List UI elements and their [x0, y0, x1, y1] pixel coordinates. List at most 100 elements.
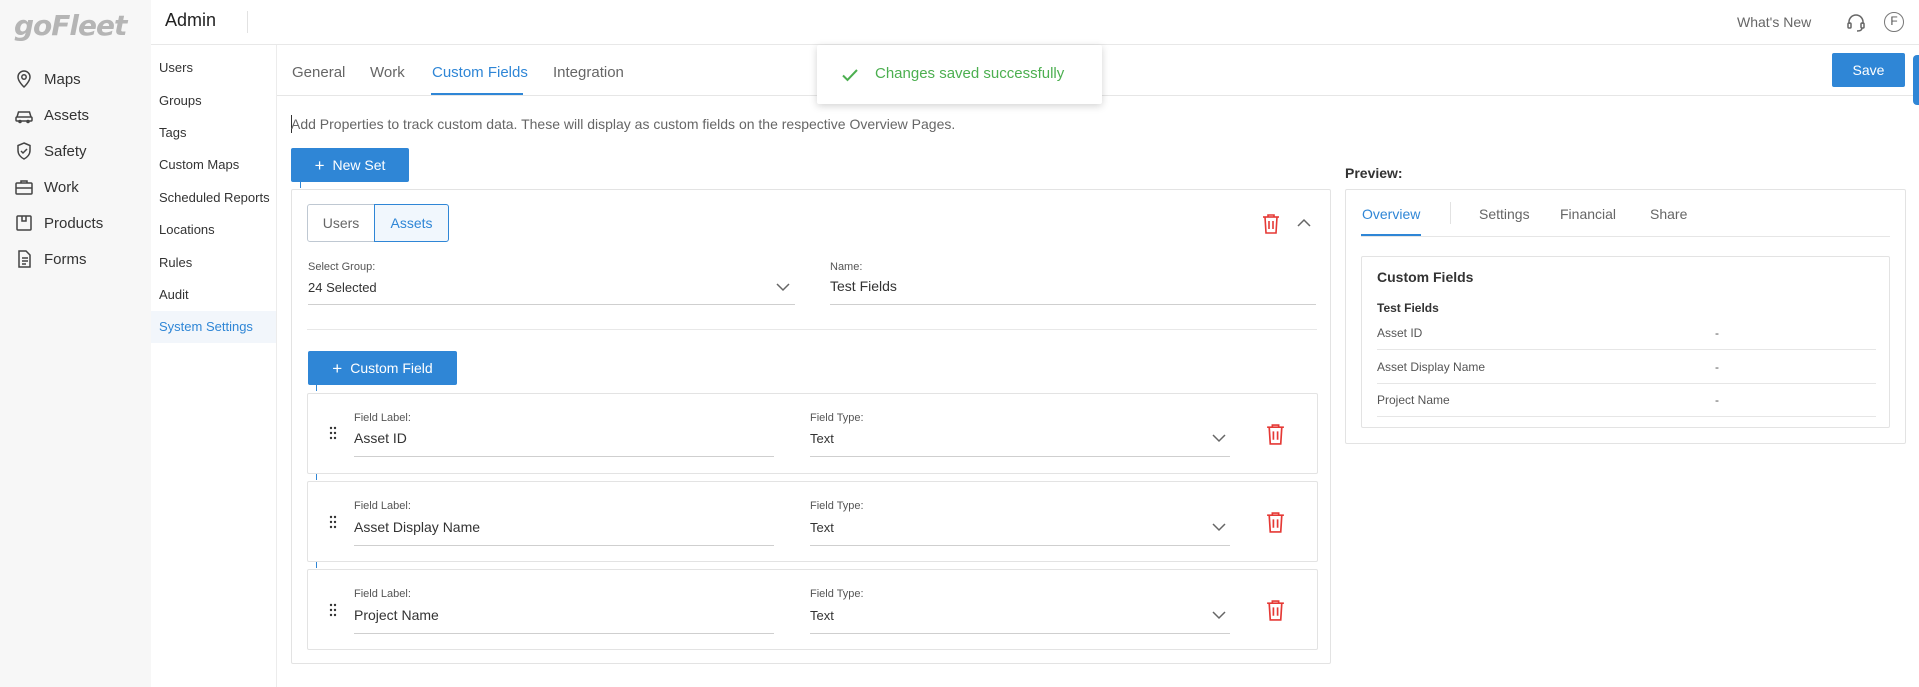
page-title: Admin — [165, 10, 217, 30]
tab-work[interactable]: Work — [370, 64, 405, 81]
briefcase-icon — [15, 180, 33, 195]
preview-active-tab-indicator — [1361, 234, 1421, 236]
trash-icon[interactable] — [1266, 599, 1285, 621]
field-label-input[interactable]: Asset Display Name — [354, 519, 480, 535]
preview-row-label: Asset ID — [1377, 326, 1423, 340]
preview-tab-financial[interactable]: Financial — [1560, 206, 1616, 222]
chevron-down-icon[interactable] — [1212, 523, 1226, 532]
preview-label: Preview: — [1345, 165, 1403, 181]
select-group-label: Select Group: — [308, 261, 376, 273]
drag-handle-icon[interactable] — [329, 515, 337, 529]
nav-item-safety[interactable]: Safety — [14, 139, 87, 163]
field-label-caption: Field Label: — [354, 500, 411, 512]
preview-tab-divider — [1450, 202, 1451, 224]
shield-check-icon — [17, 142, 31, 160]
submenu-item-audit[interactable]: Audit — [159, 287, 189, 302]
preview-tab-settings[interactable]: Settings — [1479, 206, 1530, 222]
preview-tabs-border — [1361, 236, 1890, 237]
field-type-select[interactable]: Text — [810, 431, 834, 446]
chevron-down-icon[interactable] — [776, 283, 790, 292]
save-button[interactable]: Save — [1832, 53, 1905, 87]
preview-tab-share[interactable]: Share — [1650, 206, 1687, 222]
field-label-caption: Field Label: — [354, 412, 411, 424]
row-tick — [316, 562, 317, 568]
new-set-button[interactable]: + New Set — [291, 148, 409, 182]
select-group-value[interactable]: 24 Selected — [308, 280, 377, 295]
nav-item-label: Products — [44, 214, 104, 232]
chevron-down-icon[interactable] — [1212, 611, 1226, 620]
submenu-item-tags[interactable]: Tags — [159, 125, 186, 140]
field-type-select[interactable]: Text — [810, 608, 834, 623]
submenu-item-groups[interactable]: Groups — [159, 93, 202, 108]
submenu-item-system-settings[interactable]: System Settings — [159, 319, 253, 334]
preview-row-label: Project Name — [1377, 393, 1450, 407]
field-type-caption: Field Type: — [810, 412, 864, 424]
field-type-underline — [810, 456, 1230, 457]
nav-item-label: Safety — [44, 142, 87, 160]
check-icon — [842, 69, 858, 82]
document-icon — [18, 250, 31, 268]
gofleet-logo[interactable]: goFleet — [14, 9, 127, 42]
new-set-label: New Set — [332, 157, 386, 173]
row-tick — [316, 474, 317, 480]
add-custom-field-button[interactable]: + Custom Field — [308, 351, 457, 385]
nav-item-maps[interactable]: Maps — [14, 67, 81, 91]
header-divider — [247, 11, 248, 33]
nav-item-forms[interactable]: Forms — [14, 247, 87, 271]
button-tick — [316, 385, 317, 391]
nav-item-products[interactable]: Products — [14, 211, 103, 235]
nav-item-work[interactable]: Work — [14, 175, 79, 199]
section-divider — [307, 329, 1317, 330]
field-label-input[interactable]: Asset ID — [354, 430, 407, 446]
tab-custom-fields[interactable]: Custom Fields — [432, 64, 528, 81]
submenu-item-rules[interactable]: Rules — [159, 255, 192, 270]
nav-item-label: Forms — [44, 250, 87, 268]
field-type-caption: Field Type: — [810, 500, 864, 512]
page-description: Add Properties to track custom data. The… — [291, 116, 956, 132]
box-icon — [16, 215, 32, 231]
trash-icon[interactable] — [1266, 423, 1285, 445]
name-label: Name: — [830, 261, 863, 273]
trash-icon[interactable] — [1266, 511, 1285, 533]
field-type-select[interactable]: Text — [810, 520, 834, 535]
chevron-up-icon[interactable] — [1297, 218, 1311, 227]
field-label-input[interactable]: Project Name — [354, 607, 439, 623]
submenu-item-custom-maps[interactable]: Custom Maps — [159, 157, 239, 172]
field-type-underline — [810, 633, 1230, 634]
whats-new-link[interactable]: What's New — [1737, 14, 1811, 30]
submenu-item-scheduled-reports[interactable]: Scheduled Reports — [159, 190, 270, 205]
preview-row-divider — [1377, 416, 1876, 417]
field-type-caption: Field Type: — [810, 588, 864, 600]
button-tick — [300, 182, 301, 188]
nav-item-label: Assets — [44, 106, 90, 124]
preview-row-value: - — [1715, 393, 1719, 407]
submenu-item-users[interactable]: Users — [159, 60, 193, 75]
chevron-down-icon[interactable] — [1212, 434, 1226, 443]
preview-row-value: - — [1715, 360, 1719, 374]
select-group-underline — [308, 304, 795, 305]
headset-icon[interactable] — [1845, 11, 1867, 33]
tab-general[interactable]: General — [292, 64, 345, 81]
preview-row-divider — [1377, 349, 1876, 350]
map-pin-icon — [17, 70, 31, 89]
field-label-underline — [354, 633, 774, 634]
preview-card-title: Custom Fields — [1377, 269, 1474, 285]
car-icon — [15, 111, 33, 124]
toggle-users[interactable]: Users — [307, 204, 375, 242]
trash-icon[interactable] — [1262, 213, 1280, 234]
tab-integration[interactable]: Integration — [553, 64, 624, 81]
field-label-underline — [354, 456, 774, 457]
drag-handle-icon[interactable] — [329, 603, 337, 617]
side-panel-handle[interactable] — [1913, 55, 1919, 105]
admin-submenu: Users Groups Tags Custom Maps Scheduled … — [151, 45, 277, 687]
name-input[interactable]: Test Fields — [830, 278, 897, 294]
nav-item-assets[interactable]: Assets — [14, 103, 89, 127]
top-header: Admin What's New F — [151, 0, 1919, 45]
field-type-underline — [810, 545, 1230, 546]
plus-icon: + — [332, 358, 343, 378]
submenu-item-locations[interactable]: Locations — [159, 222, 215, 237]
toggle-assets[interactable]: Assets — [374, 204, 449, 242]
drag-handle-icon[interactable] — [329, 426, 337, 440]
user-avatar[interactable]: F — [1884, 12, 1904, 32]
preview-tab-overview[interactable]: Overview — [1362, 206, 1420, 222]
